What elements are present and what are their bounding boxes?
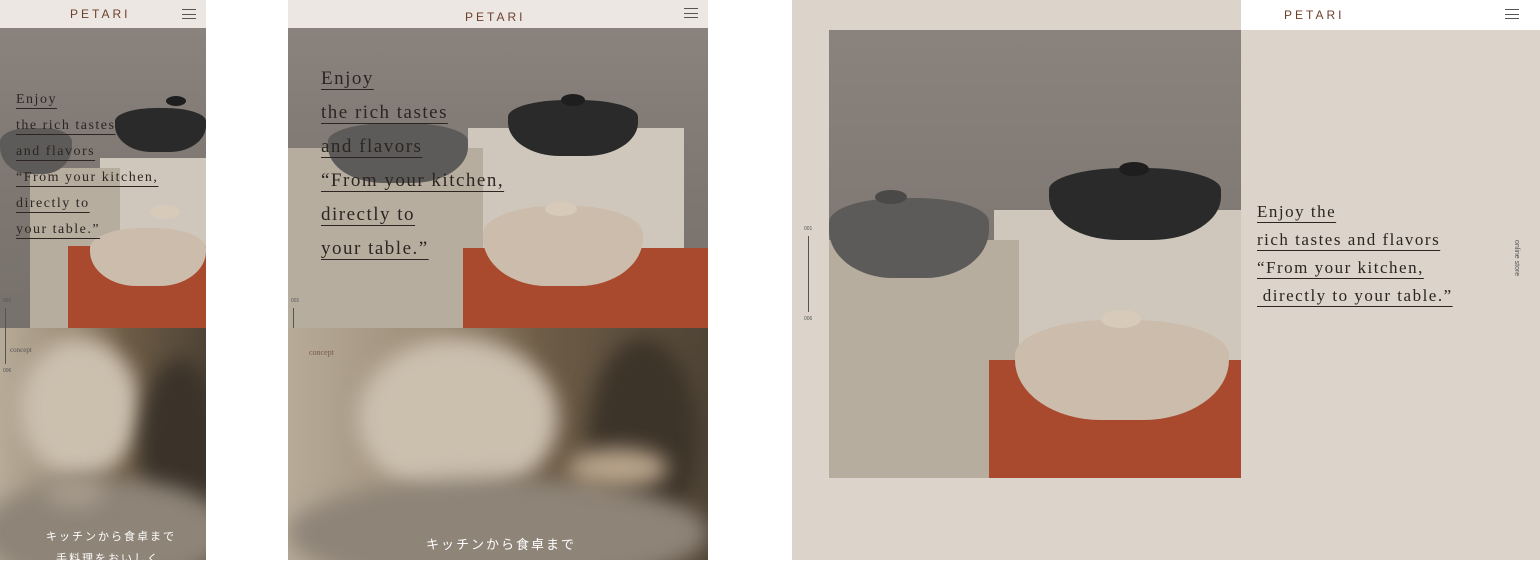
hero-line: “From your kitchen, <box>1257 258 1424 277</box>
menu-icon[interactable] <box>684 8 698 18</box>
concept-image <box>288 328 708 560</box>
slide-indicator-start: 001 <box>3 298 12 304</box>
hero-line: directly to <box>321 204 416 225</box>
dark-pot-knob <box>1119 162 1149 176</box>
dark-pot-knob <box>166 96 186 106</box>
hero-line: your table.” <box>321 238 429 259</box>
concept-label[interactable]: concept <box>10 346 32 354</box>
tablet-view: PETARI Enjoy the rich tastes and flavors… <box>288 0 708 560</box>
cream-pot-knob <box>545 202 577 216</box>
menu-icon[interactable] <box>1505 9 1519 19</box>
cream-pot-knob <box>150 205 180 219</box>
mobile-header: PETARI <box>0 0 206 28</box>
brand-logo[interactable]: PETARI <box>70 7 130 21</box>
slide-indicator-line <box>5 308 6 364</box>
hero-line: rich tastes and flavors <box>1257 230 1441 249</box>
brand-logo[interactable]: PETARI <box>1284 8 1344 22</box>
slide-indicator-end: 006 <box>3 368 12 374</box>
hero-line: directly to <box>16 196 90 211</box>
concept-image <box>0 328 206 560</box>
japanese-caption: キッチンから食卓まで <box>426 537 577 552</box>
hero-line: Enjoy <box>16 92 57 107</box>
hero-line: your table.” <box>16 222 101 237</box>
grey-pot-knob <box>875 190 907 204</box>
hero-line: Enjoy the <box>1257 202 1337 221</box>
hero-line: the rich tastes <box>321 102 448 123</box>
mobile-view: PETARI Enjoy the rich tastes and flavors… <box>0 0 206 565</box>
dark-pot <box>508 100 638 156</box>
desktop-view: PETARI Enjoy the rich tastes and flavors… <box>792 0 1540 560</box>
cream-pot-knob <box>1101 310 1141 328</box>
slide-indicator-end: 006 <box>804 316 813 322</box>
hero-image <box>829 30 1241 478</box>
slide-indicator-start: 001 <box>291 298 300 304</box>
menu-icon[interactable] <box>182 9 196 19</box>
slide-indicator-start: 001 <box>804 226 813 232</box>
cream-pot <box>1015 320 1229 420</box>
hero-line: “From your kitchen, <box>16 170 159 185</box>
online-store-link[interactable]: online store <box>1513 240 1520 276</box>
dark-pot <box>115 108 206 152</box>
hero-line: the rich tastes <box>16 118 116 133</box>
grey-pot <box>829 198 989 278</box>
japanese-caption-2: 手料理をおいしく <box>56 553 160 565</box>
hero-line: and flavors <box>16 144 96 159</box>
concept-label[interactable]: concept <box>309 348 334 357</box>
hero-line: Enjoy <box>321 68 374 89</box>
hero-line: and flavors <box>321 136 423 157</box>
hero-line: “From your kitchen, <box>321 170 505 191</box>
slide-indicator-line <box>293 308 294 328</box>
cream-pot <box>90 228 206 286</box>
dark-pot <box>1049 168 1221 240</box>
tablet-header: PETARI <box>288 0 708 28</box>
hero-line: directly to your table.” <box>1257 286 1453 305</box>
dark-pot-knob <box>561 94 585 106</box>
brand-logo[interactable]: PETARI <box>465 10 525 24</box>
cream-pot <box>483 206 643 286</box>
slide-indicator-line <box>808 236 809 312</box>
japanese-caption: キッチンから食卓まで <box>46 531 176 543</box>
desktop-header: PETARI <box>1241 0 1540 30</box>
